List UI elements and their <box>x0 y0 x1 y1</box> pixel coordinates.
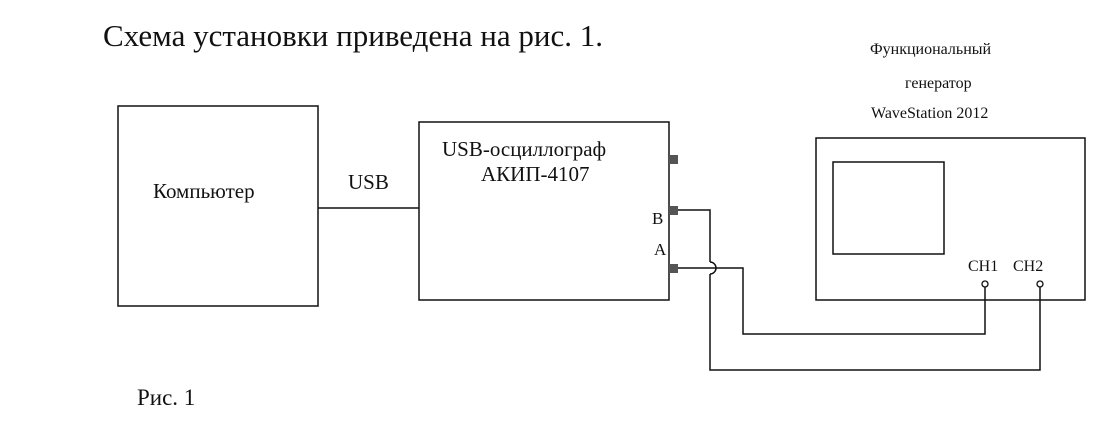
port-a-label: A <box>654 240 667 259</box>
port-b-connector <box>669 206 678 215</box>
setup-diagram: Схема установки приведена на рис. 1. Ком… <box>0 0 1119 424</box>
ch1-terminal <box>981 280 989 288</box>
generator-title-1: Функциональный <box>870 41 992 58</box>
diagram-drawing <box>117 105 1086 371</box>
wire-a-to-ch1 <box>678 267 986 335</box>
computer-box <box>117 105 319 307</box>
generator-screen <box>832 161 945 255</box>
oscilloscope-label-2: АКИП-4107 <box>481 162 590 186</box>
usb-label: USB <box>348 170 389 194</box>
oscilloscope-top-connector <box>669 155 678 164</box>
port-b-label: B <box>652 209 664 228</box>
computer-label: Компьютер <box>153 179 255 203</box>
ch2-terminal <box>1036 280 1044 288</box>
generator-title-3: WaveStation 2012 <box>871 105 989 122</box>
ch2-label: CH2 <box>1013 258 1044 275</box>
port-a-connector <box>669 264 678 273</box>
wire-b-to-ch2-return <box>709 274 1041 371</box>
oscilloscope-label-1: USB-осциллограф <box>442 137 607 161</box>
ch1-label: CH1 <box>968 258 999 275</box>
page-heading: Схема установки приведена на рис. 1. <box>103 18 603 53</box>
generator-title-2: генератор <box>905 75 972 92</box>
figure-caption: Рис. 1 <box>137 385 196 410</box>
wire-b-to-ch2 <box>678 209 711 262</box>
